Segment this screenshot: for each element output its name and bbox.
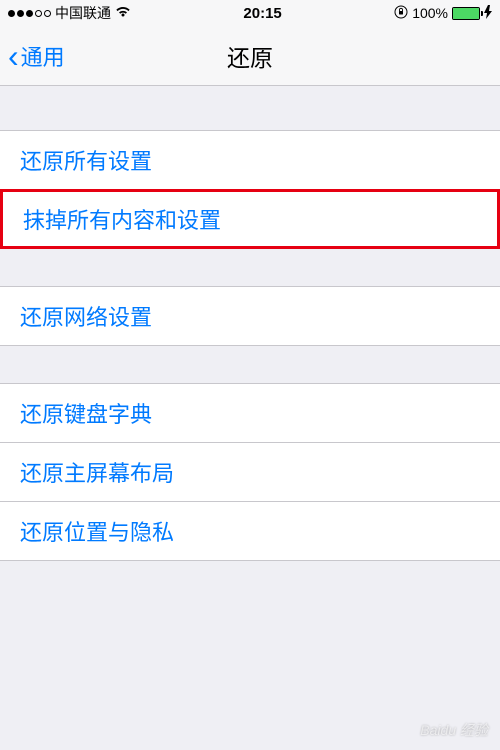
status-right: 100%: [394, 5, 492, 22]
chevron-left-icon: ‹: [8, 40, 19, 72]
watermark: Baidu 经验: [420, 720, 488, 740]
status-bar: 中国联通 20:15 100%: [0, 0, 500, 26]
reset-location-privacy[interactable]: 还原位置与隐私: [0, 501, 500, 561]
battery-percent: 100%: [412, 5, 448, 21]
carrier-label: 中国联通: [55, 3, 111, 23]
group-spacer: [0, 86, 500, 130]
wifi-icon: [115, 5, 131, 21]
back-button[interactable]: ‹ 通用: [0, 40, 65, 72]
item-label: 还原键盘字典: [20, 397, 152, 429]
battery-icon: [452, 7, 480, 20]
status-time: 20:15: [131, 5, 394, 22]
item-label: 还原位置与隐私: [20, 515, 174, 547]
item-label: 还原主屏幕布局: [20, 456, 174, 488]
item-label: 还原网络设置: [20, 300, 152, 332]
item-label: 抹掉所有内容和设置: [23, 203, 221, 235]
navigation-bar: ‹ 通用 还原: [0, 26, 500, 86]
reset-all-settings[interactable]: 还原所有设置: [0, 130, 500, 190]
reset-home-screen-layout[interactable]: 还原主屏幕布局: [0, 442, 500, 502]
reset-network-settings[interactable]: 还原网络设置: [0, 286, 500, 346]
group-spacer: [0, 248, 500, 286]
item-label: 还原所有设置: [20, 144, 152, 176]
back-label: 通用: [21, 40, 65, 72]
orientation-lock-icon: [394, 5, 408, 22]
reset-keyboard-dictionary[interactable]: 还原键盘字典: [0, 383, 500, 443]
charging-icon: [484, 5, 492, 22]
group-spacer: [0, 345, 500, 383]
erase-all-content-settings[interactable]: 抹掉所有内容和设置: [0, 189, 500, 249]
signal-strength-icon: [8, 10, 51, 17]
status-left: 中国联通: [8, 3, 131, 23]
page-title: 还原: [227, 39, 273, 73]
